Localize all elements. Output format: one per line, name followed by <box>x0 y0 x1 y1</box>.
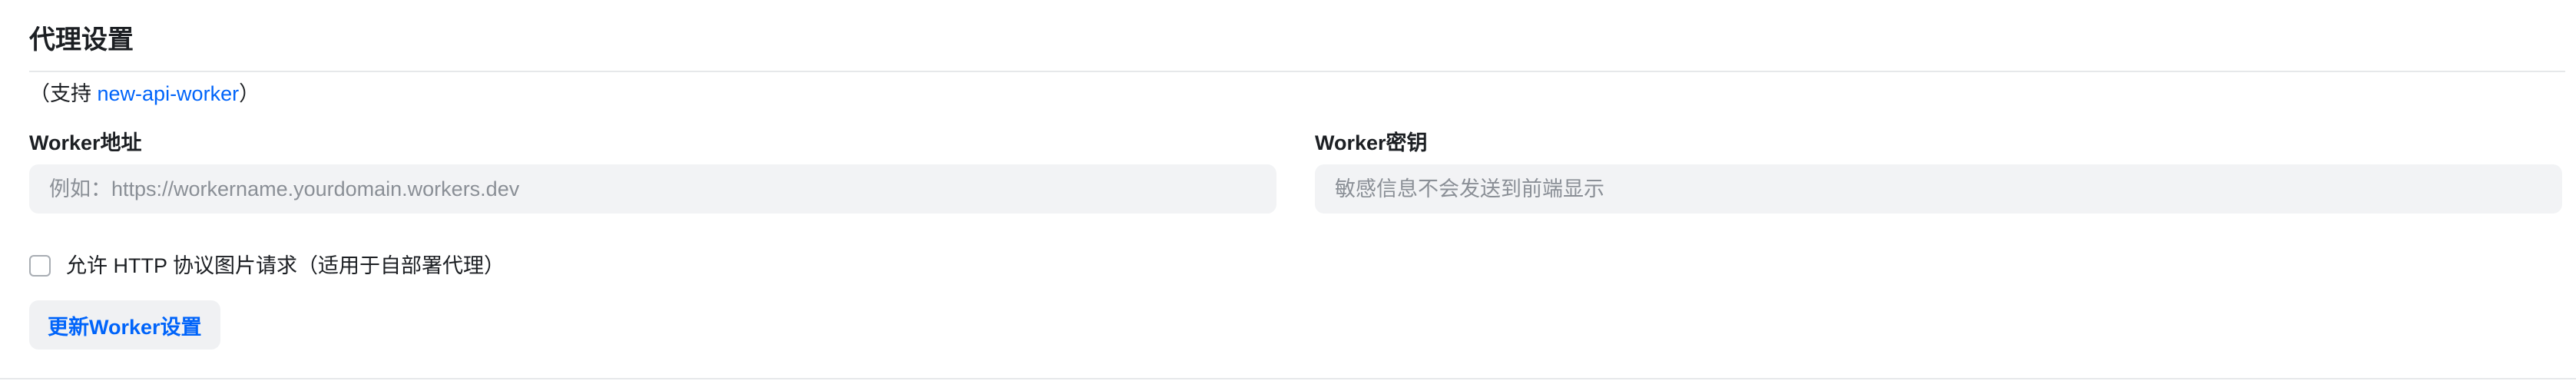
section-divider <box>29 71 2565 72</box>
support-prefix: （支持 <box>29 82 98 105</box>
allow-http-checkbox-row[interactable]: 允许 HTTP 协议图片请求（适用于自部署代理） <box>29 250 505 281</box>
allow-http-label[interactable]: 允许 HTTP 协议图片请求（适用于自部署代理） <box>66 250 505 281</box>
support-note: （支持 new-api-worker） <box>29 78 260 109</box>
worker-url-label: Worker地址 <box>29 131 142 154</box>
worker-key-label: Worker密钥 <box>1315 131 1428 154</box>
section-title: 代理设置 <box>29 25 134 55</box>
worker-key-input[interactable] <box>1315 164 2562 214</box>
support-suffix: ） <box>239 82 260 105</box>
bottom-divider <box>0 378 2576 379</box>
new-api-worker-link[interactable]: new-api-worker <box>98 82 240 105</box>
allow-http-checkbox[interactable] <box>29 255 51 277</box>
worker-url-input[interactable] <box>29 164 1276 214</box>
update-worker-settings-button[interactable]: 更新Worker设置 <box>29 300 220 350</box>
